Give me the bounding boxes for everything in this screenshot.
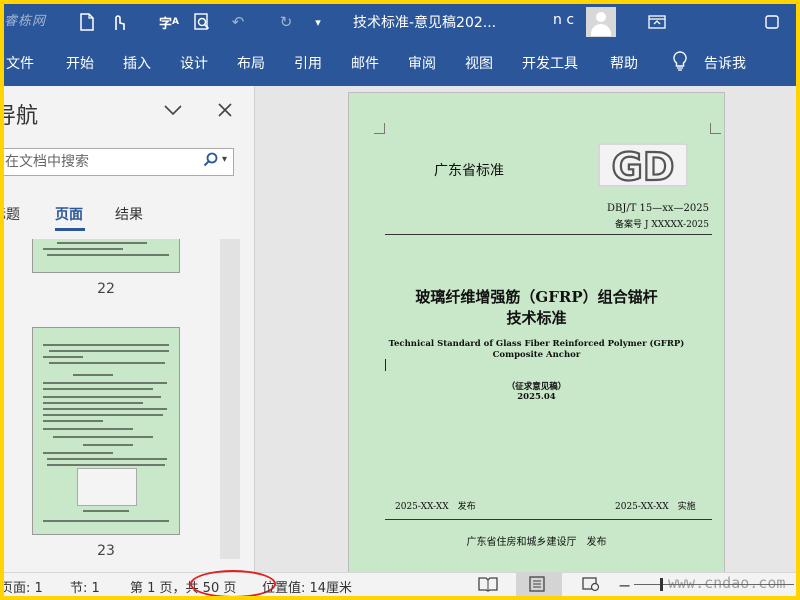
- thumbnail-scrollbar[interactable]: [220, 239, 240, 559]
- customize-qat-icon[interactable]: ▾: [308, 10, 328, 34]
- page-thumbnail[interactable]: [32, 239, 180, 273]
- record-number: 备案号 J XXXXX-2025: [615, 220, 709, 230]
- issuer: 广东省住房和城乡建设厅 发布: [466, 537, 607, 548]
- tab-help[interactable]: 帮助: [610, 53, 638, 73]
- tab-results[interactable]: 结果: [115, 204, 143, 224]
- restore-window-icon[interactable]: [760, 10, 784, 34]
- word-window: 睿栋网 字A ↶ ↻ ▾ 技术标准-意见稿202... n c 文件 开始 插入…: [4, 4, 796, 596]
- new-doc-icon[interactable]: [76, 10, 98, 34]
- publish-date: 2025-XX-XX 发布: [395, 502, 476, 512]
- nav-pane-title: 导航: [4, 104, 39, 129]
- zoom-out-icon[interactable]: −: [618, 576, 631, 595]
- status-bar: 页面: 1 节: 1 第 1 页，共 50 页 位置值: 14厘米 − www.…: [4, 570, 796, 596]
- nav-options-chevron-icon[interactable]: [164, 100, 182, 121]
- search-input[interactable]: [4, 149, 197, 175]
- touch-mode-icon[interactable]: [108, 10, 130, 34]
- divider: [385, 519, 712, 520]
- tab-references[interactable]: 引用: [294, 53, 322, 73]
- tell-me-box[interactable]: 告诉我: [704, 53, 746, 73]
- page-number-label: 22: [97, 281, 115, 297]
- tab-insert[interactable]: 插入: [123, 53, 151, 73]
- tab-mailings[interactable]: 邮件: [351, 53, 379, 73]
- tab-view[interactable]: 视图: [465, 53, 493, 73]
- status-section[interactable]: 节: 1: [70, 577, 100, 596]
- user-name[interactable]: n c: [553, 12, 574, 28]
- document-title-cn: 玻璃纤维增强筋（GFRP）组合锚杆: [415, 288, 658, 306]
- document-title-cn-line2: 技术标准: [506, 309, 567, 327]
- search-icon[interactable]: [203, 152, 218, 171]
- page-thumbnail[interactable]: [32, 327, 180, 535]
- tab-headings[interactable]: 标题: [4, 204, 20, 224]
- tab-pages[interactable]: 页面: [55, 204, 83, 224]
- text-cursor: [385, 359, 386, 371]
- watermark-logo: 睿栋网: [4, 14, 47, 29]
- implement-date: 2025-XX-XX 实施: [615, 502, 696, 512]
- margin-marker: [374, 123, 385, 134]
- title-bar: 睿栋网 字A ↶ ↻ ▾ 技术标准-意见稿202... n c: [4, 4, 796, 40]
- web-layout-icon[interactable]: [582, 576, 600, 596]
- tab-file[interactable]: 文件: [6, 53, 34, 73]
- ribbon-display-icon[interactable]: [644, 10, 670, 34]
- divider: [385, 234, 712, 235]
- tab-home[interactable]: 开始: [66, 53, 94, 73]
- avatar[interactable]: [586, 7, 616, 37]
- status-page[interactable]: 页面: 1: [4, 577, 43, 596]
- document-title-en-line2: Composite Anchor: [492, 350, 581, 360]
- draft-label: （征求意见稿）: [506, 382, 567, 392]
- page-thumbnails: 22 23: [4, 239, 240, 572]
- redo-icon[interactable]: ↻: [274, 10, 298, 34]
- print-layout-icon[interactable]: [528, 576, 546, 596]
- ribbon-tabs: 文件 开始 插入 设计 布局 引用 邮件 审阅 视图 开发工具 帮助 告诉我: [4, 40, 796, 86]
- gd-logo: GD: [598, 143, 688, 190]
- search-options-chevron-icon[interactable]: ▾: [222, 154, 227, 165]
- document-page[interactable]: 广东省标准 GD DBJ/T 15—xx—2025 备案号 J XXXXX-20…: [348, 92, 725, 572]
- spelling-icon[interactable]: 字A: [156, 10, 182, 34]
- status-position[interactable]: 位置值: 14厘米: [262, 577, 352, 596]
- close-icon[interactable]: [218, 98, 232, 122]
- search-box: ▾: [4, 148, 234, 176]
- document-area: 广东省标准 GD DBJ/T 15—xx—2025 备案号 J XXXXX-20…: [255, 86, 796, 572]
- page-number-label: 23: [97, 543, 115, 559]
- margin-marker: [710, 123, 721, 134]
- read-mode-icon[interactable]: [478, 576, 498, 596]
- tab-review[interactable]: 审阅: [408, 53, 436, 73]
- standard-name: 广东省标准: [434, 163, 504, 179]
- lightbulb-icon[interactable]: [672, 51, 688, 75]
- standard-number: DBJ/T 15—xx—2025: [606, 203, 709, 214]
- undo-icon[interactable]: ↶: [226, 10, 250, 34]
- active-tab-indicator: [55, 228, 85, 231]
- zoom-slider-thumb[interactable]: [660, 578, 663, 591]
- tab-layout[interactable]: 布局: [237, 53, 265, 73]
- navigation-pane: 导航 ▾ 标题 页面 结果 22: [4, 86, 255, 572]
- document-title-en: Technical Standard of Glass Fiber Reinfo…: [388, 339, 685, 349]
- document-title: 技术标准-意见稿202...: [353, 15, 497, 31]
- print-preview-icon[interactable]: [190, 10, 214, 34]
- svg-text:GD: GD: [612, 145, 675, 187]
- tab-developer[interactable]: 开发工具: [522, 53, 578, 73]
- watermark-text: www.cndao.com: [668, 574, 786, 592]
- tab-design[interactable]: 设计: [180, 53, 208, 73]
- draft-date: 2025.04: [517, 392, 556, 402]
